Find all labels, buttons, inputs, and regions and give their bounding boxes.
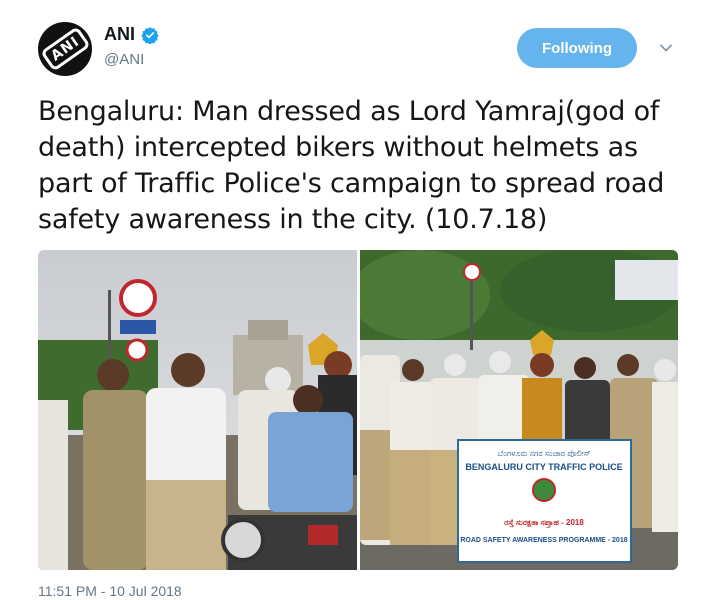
display-name[interactable]: ANI bbox=[104, 24, 135, 45]
banner-line-3: ರಸ್ತೆ ಸುರಕ್ಷತಾ ಸಪ್ತಾಹ - 2018 bbox=[504, 518, 584, 528]
banner-line-4: ROAD SAFETY AWARENESS PROGRAMME - 2018 bbox=[460, 537, 627, 544]
banner-line-2: BENGALURU CITY TRAFFIC POLICE bbox=[465, 462, 622, 472]
photo-traffic-police-banner[interactable]: ಬೆಂಗಳೂರು ನಗರ ಸಂಚಾರ ಪೊಲೀಸ್ BENGALURU CITY… bbox=[360, 250, 678, 570]
author-block: ANI @ANI bbox=[104, 24, 159, 68]
media-grid[interactable]: ಬೆಂಗಳೂರು ನಗರ ಸಂಚಾರ ಪೊಲೀಸ್ BENGALURU CITY… bbox=[38, 250, 678, 570]
photo-officers-with-biker-image bbox=[38, 250, 357, 570]
avatar[interactable]: ANI bbox=[38, 22, 92, 76]
tweet-card: ANI ANI @ANI Following Bengaluru: Man dr… bbox=[0, 0, 720, 600]
following-button[interactable]: Following bbox=[517, 28, 637, 68]
banner-line-1: ಬೆಂಗಳೂರು ನಗರ ಸಂಚಾರ ಪೊಲೀಸ್ bbox=[497, 449, 590, 458]
handle[interactable]: @ANI bbox=[104, 51, 159, 68]
photo-officers-with-biker[interactable] bbox=[38, 250, 357, 570]
chevron-down-icon[interactable] bbox=[656, 38, 676, 58]
photo-traffic-police-banner-image: ಬೆಂಗಳೂರು ನಗರ ಸಂಚಾರ ಪೊಲೀಸ್ BENGALURU CITY… bbox=[360, 250, 678, 570]
tweet-text: Bengaluru: Man dressed as Lord Yamraj(go… bbox=[38, 96, 665, 235]
ani-logo-icon: ANI bbox=[39, 26, 91, 72]
verified-badge-icon bbox=[141, 26, 159, 44]
name-row: ANI bbox=[104, 24, 159, 45]
tweet-timestamp[interactable]: 11:51 PM - 10 Jul 2018 bbox=[38, 583, 182, 599]
